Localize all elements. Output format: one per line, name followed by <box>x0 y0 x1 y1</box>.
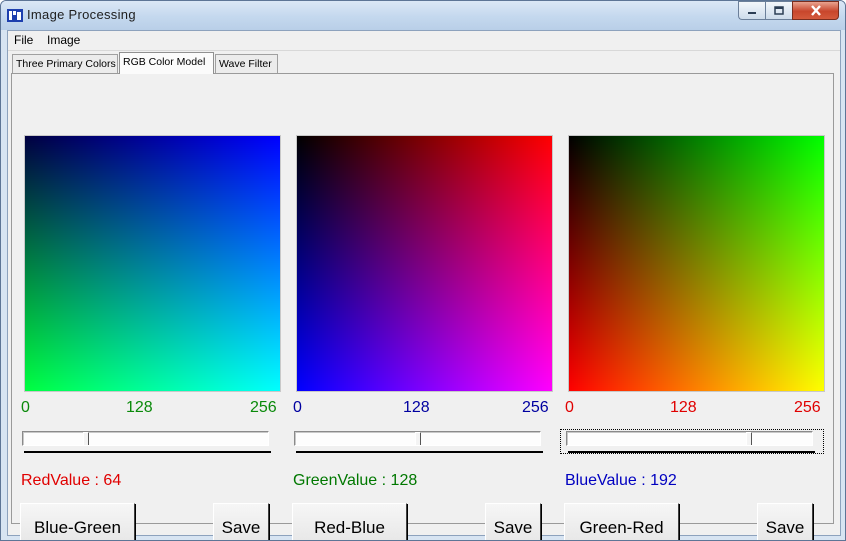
close-button[interactable] <box>792 1 839 20</box>
green-red-button[interactable]: Green-Red <box>564 503 679 540</box>
scale-min-1: 0 <box>21 399 30 416</box>
slider-baseline <box>568 451 815 453</box>
blue-green-button[interactable]: Blue-Green <box>20 503 135 540</box>
scale-max-1: 256 <box>250 399 277 416</box>
blue-green-gradient <box>24 135 281 392</box>
scale-mid-1: 128 <box>126 399 153 416</box>
scale-min-3: 0 <box>565 399 574 416</box>
red-blue-button[interactable]: Red-Blue <box>292 503 407 540</box>
minimize-icon <box>748 11 756 14</box>
blue-value-slider[interactable] <box>566 431 813 446</box>
window-title: Image Processing <box>27 7 136 22</box>
green-value-slider[interactable] <box>294 431 541 446</box>
menu-file[interactable]: File <box>14 33 33 47</box>
save-button-3[interactable]: Save <box>757 503 813 540</box>
scale-mid-2: 128 <box>403 399 430 416</box>
slider-thumb[interactable] <box>415 432 421 445</box>
scale-mid-3: 128 <box>670 399 697 416</box>
app-window: Image Processing File Image Three Primar… <box>0 0 846 541</box>
close-icon <box>810 5 821 16</box>
scale-max-3: 256 <box>794 399 821 416</box>
menu-image[interactable]: Image <box>47 33 80 47</box>
maximize-button[interactable] <box>765 1 792 20</box>
tab-three-primary-colors[interactable]: Three Primary Colors <box>12 54 118 73</box>
blue-value-label: BlueValue : 192 <box>565 472 677 489</box>
title-bar[interactable]: Image Processing <box>1 1 845 30</box>
red-blue-gradient <box>296 135 553 392</box>
save-button-2[interactable]: Save <box>485 503 541 540</box>
tab-wave-filter[interactable]: Wave Filter <box>215 54 278 73</box>
red-value-slider[interactable] <box>22 431 269 446</box>
green-value-label: GreenValue : 128 <box>293 472 418 489</box>
menu-bar: File Image <box>8 31 840 51</box>
slider-thumb[interactable] <box>746 432 752 445</box>
scale-max-2: 256 <box>522 399 549 416</box>
red-value-label: RedValue : 64 <box>21 472 122 489</box>
scale-min-2: 0 <box>293 399 302 416</box>
minimize-button[interactable] <box>738 1 765 20</box>
rgb-color-model-panel: 0 128 256 0 128 256 0 128 256 RedValue:… <box>11 73 834 540</box>
save-button-1[interactable]: Save <box>213 503 269 540</box>
slider-baseline <box>296 451 543 453</box>
maximize-icon <box>774 6 784 15</box>
client-area: File Image Three Primary Colors RGB Colo… <box>7 30 841 540</box>
slider-baseline <box>24 451 271 453</box>
slider-thumb[interactable] <box>83 432 89 445</box>
green-red-gradient <box>568 135 825 392</box>
tab-rgb-color-model[interactable]: RGB Color Model <box>119 52 214 74</box>
app-icon <box>7 9 23 22</box>
